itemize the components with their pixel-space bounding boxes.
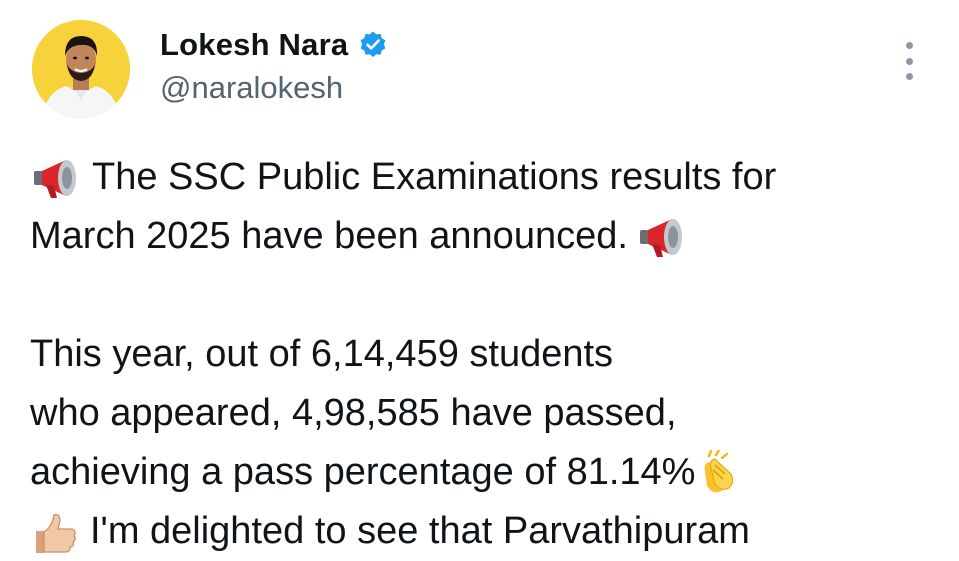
tweet-line-text: March 2025 have been announced. <box>30 215 628 257</box>
clapping-hands-emoji <box>695 449 741 496</box>
tweet-line-4: who appeared, 4,98,585 have passed, <box>30 384 945 443</box>
author-display-name[interactable]: Lokesh Nara <box>160 27 348 63</box>
tweet-line-1: The SSC Public Examinations results for <box>30 148 945 207</box>
avatar[interactable] <box>32 20 130 118</box>
more-dot <box>905 42 913 49</box>
megaphone-emoji <box>636 215 688 259</box>
tweet-line-text: I'm delighted to see that Parvathipuram <box>90 510 750 552</box>
tweet-card: Lokesh Nara @naralokesh The SSC Public E… <box>0 0 959 553</box>
tweet-line-5: achieving a pass percentage of 81.14% <box>30 443 945 502</box>
verified-badge-icon <box>358 30 388 60</box>
tweet-line-6: I'm delighted to see that Parvathipuram <box>30 502 945 561</box>
author-name-row: Lokesh Nara <box>160 25 388 65</box>
more-dot <box>905 57 913 65</box>
tweet-line-text: achieving a pass percentage of 81.14% <box>30 451 696 493</box>
tweet-line-text: The SSC Public Examinations results for <box>92 156 777 198</box>
tweet-line-text: This year, out of 6,14,459 students <box>30 333 614 375</box>
avatar-image <box>32 20 130 118</box>
more-vertical-icon[interactable] <box>898 42 920 80</box>
tweet-line-3: This year, out of 6,14,459 students <box>30 325 945 384</box>
paragraph-break <box>30 266 945 325</box>
thumbs-up-emoji <box>30 509 80 555</box>
tweet-line-2: March 2025 have been announced. <box>30 207 945 266</box>
author-handle[interactable]: @naralokesh <box>160 70 343 106</box>
tweet-line-text: who appeared, 4,98,585 have passed, <box>30 392 677 434</box>
megaphone-emoji <box>30 156 82 200</box>
tweet-text: The SSC Public Examinations results for … <box>30 148 945 561</box>
more-dot <box>905 73 913 80</box>
